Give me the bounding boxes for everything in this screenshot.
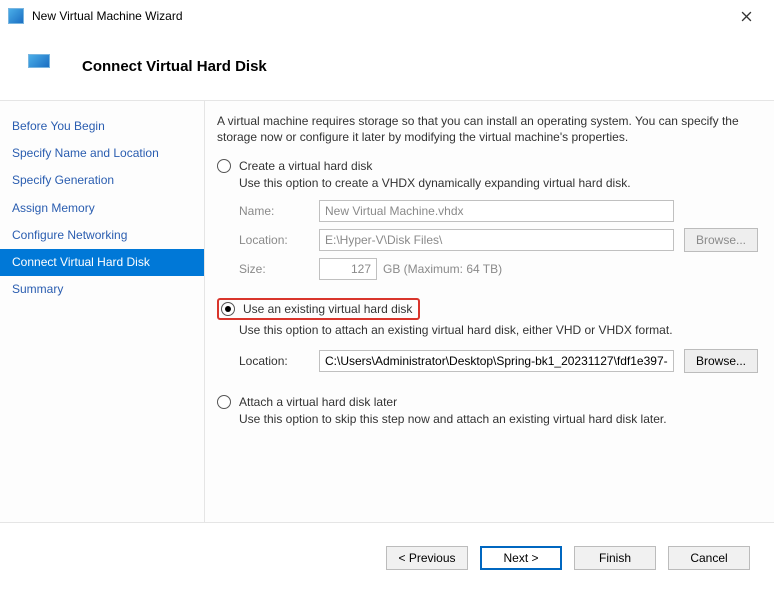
wizard-header: Connect Virtual Hard Disk [0, 32, 774, 100]
radio-create-vhd[interactable] [217, 159, 231, 173]
sidebar-item-before-you-begin[interactable]: Before You Begin [0, 113, 204, 140]
option-create-desc: Use this option to create a VHDX dynamic… [239, 176, 758, 190]
sidebar-item-specify-generation[interactable]: Specify Generation [0, 167, 204, 194]
size-label: Size: [239, 262, 309, 276]
size-suffix: GB (Maximum: 64 TB) [383, 262, 502, 276]
page-title: Connect Virtual Hard Disk [82, 58, 267, 75]
sidebar: Before You Begin Specify Name and Locati… [0, 101, 205, 522]
close-icon [741, 11, 752, 22]
intro-text: A virtual machine requires storage so th… [217, 113, 758, 145]
browse-button-create: Browse... [684, 228, 758, 252]
wizard-body: Before You Begin Specify Name and Locati… [0, 100, 774, 523]
highlight-box: Use an existing virtual hard disk [217, 298, 420, 320]
option-create-vhd: Create a virtual hard disk Use this opti… [217, 159, 758, 280]
option-use-existing: Use an existing virtual hard disk Use th… [217, 298, 758, 373]
radio-use-existing[interactable] [221, 302, 235, 316]
option-create-label: Create a virtual hard disk [239, 159, 372, 173]
footer: < Previous Next > Finish Cancel [0, 523, 774, 593]
titlebar: New Virtual Machine Wizard [0, 0, 774, 32]
sidebar-item-specify-name[interactable]: Specify Name and Location [0, 140, 204, 167]
location-label: Location: [239, 233, 309, 247]
sidebar-item-summary[interactable]: Summary [0, 276, 204, 303]
close-button[interactable] [726, 2, 766, 30]
location-input-create [319, 229, 674, 251]
main-panel: A virtual machine requires storage so th… [205, 101, 774, 522]
sidebar-item-connect-vhd[interactable]: Connect Virtual Hard Disk [0, 249, 204, 276]
cancel-button[interactable]: Cancel [668, 546, 750, 570]
radio-attach-later[interactable] [217, 395, 231, 409]
sidebar-item-configure-networking[interactable]: Configure Networking [0, 222, 204, 249]
browse-button-existing[interactable]: Browse... [684, 349, 758, 373]
sidebar-item-assign-memory[interactable]: Assign Memory [0, 195, 204, 222]
create-field-grid: Name: Location: Browse... Size: GB (Maxi… [239, 200, 758, 280]
size-input [319, 258, 377, 280]
vm-icon [28, 54, 50, 68]
option-later-label: Attach a virtual hard disk later [239, 395, 397, 409]
location-label-existing: Location: [239, 354, 309, 368]
finish-button[interactable]: Finish [574, 546, 656, 570]
name-input [319, 200, 674, 222]
location-input-existing[interactable] [319, 350, 674, 372]
name-label: Name: [239, 204, 309, 218]
option-existing-desc: Use this option to attach an existing vi… [239, 323, 758, 337]
window-title: New Virtual Machine Wizard [32, 9, 726, 23]
existing-location-row: Location: Browse... [239, 349, 758, 373]
option-attach-later: Attach a virtual hard disk later Use thi… [217, 395, 758, 426]
next-button[interactable]: Next > [480, 546, 562, 570]
previous-button[interactable]: < Previous [386, 546, 468, 570]
option-existing-label: Use an existing virtual hard disk [243, 302, 412, 316]
app-icon [8, 8, 24, 24]
option-later-desc: Use this option to skip this step now an… [239, 412, 758, 426]
